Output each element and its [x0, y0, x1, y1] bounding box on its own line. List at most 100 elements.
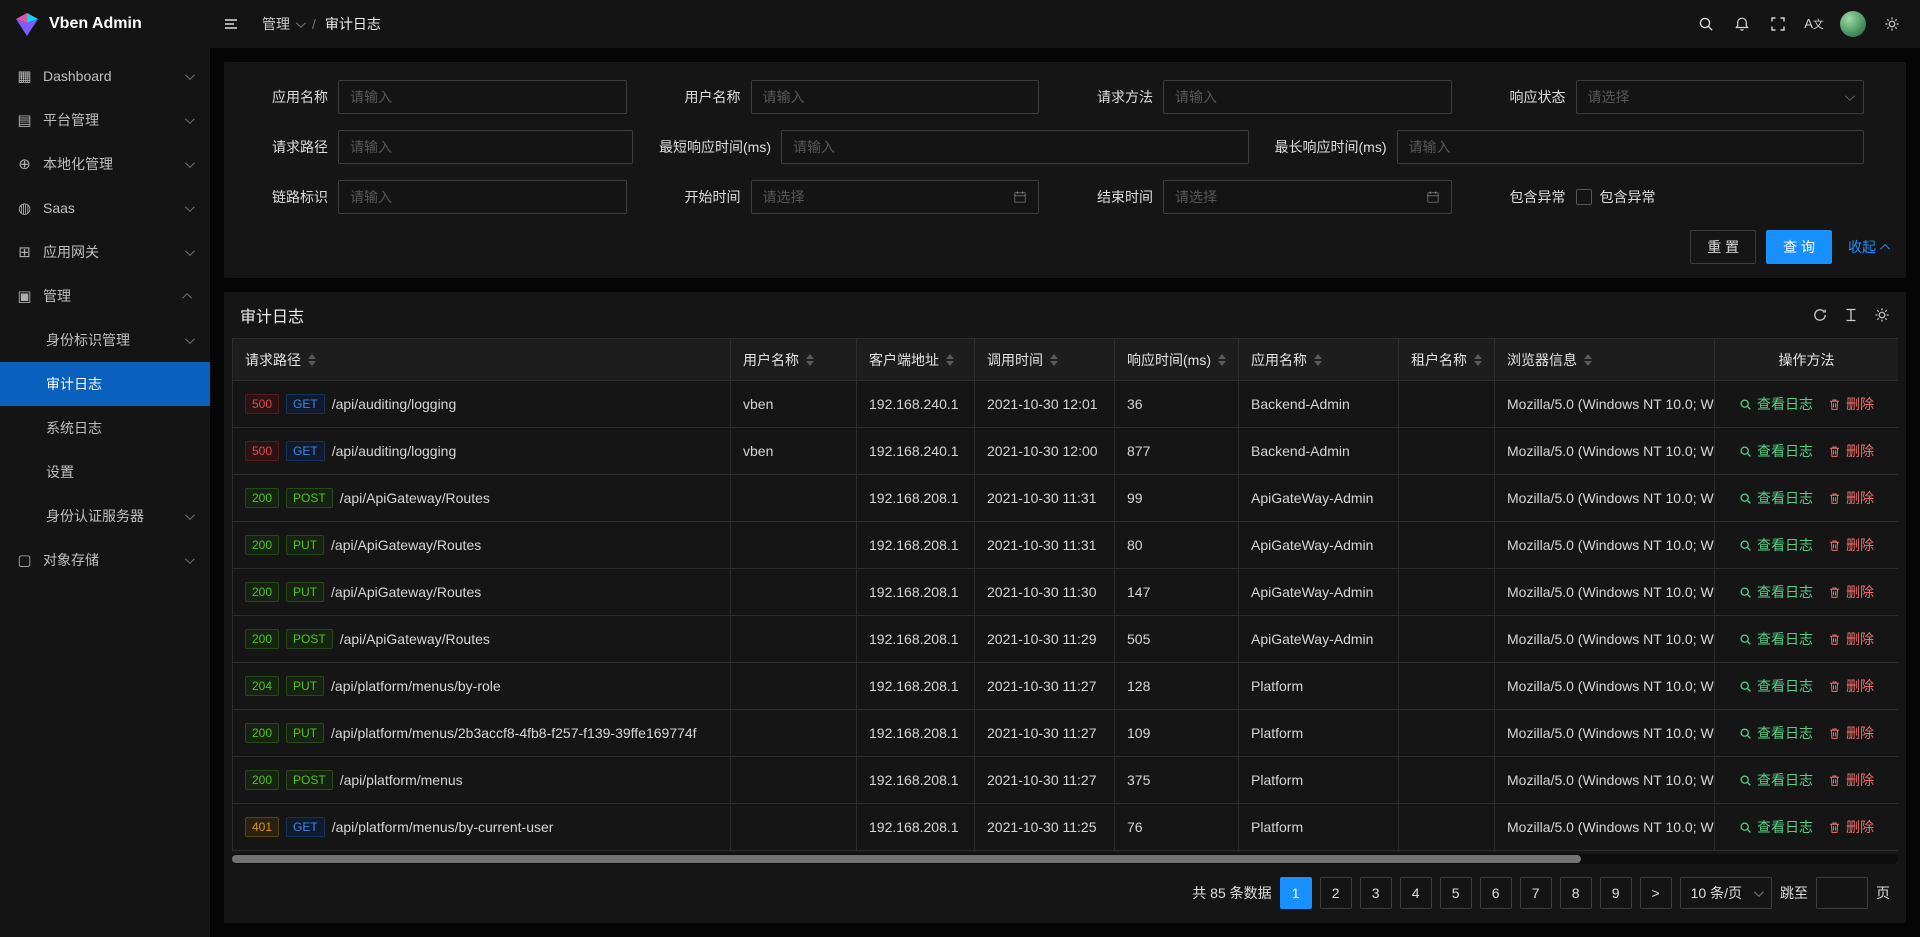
storage-icon: ▢ [16, 551, 33, 569]
sidebar-collapse-icon[interactable] [210, 0, 252, 48]
filter-input-start-time[interactable] [763, 189, 1006, 205]
page-button-3[interactable]: 3 [1360, 877, 1392, 909]
column-header-user-name[interactable]: 用户名称 [731, 339, 857, 381]
chevron-down-icon [185, 510, 195, 520]
cell-actions: 查看日志删除 [1715, 663, 1899, 710]
page-button-5[interactable]: 5 [1440, 877, 1472, 909]
filter-label-request-path: 请求路径 [240, 137, 328, 157]
delete-button[interactable]: 删除 [1828, 488, 1874, 508]
column-header-browser-info[interactable]: 浏览器信息 [1495, 339, 1715, 381]
page-jump-input[interactable] [1816, 877, 1868, 909]
sidebar-item-saas[interactable]: ◍Saas [0, 186, 210, 230]
horizontal-scrollbar-thumb[interactable] [232, 855, 1581, 863]
breadcrumb-section[interactable]: 管理 [262, 14, 303, 34]
user-avatar[interactable] [1840, 11, 1866, 37]
column-settings-icon[interactable] [1874, 307, 1890, 323]
search-icon[interactable] [1688, 0, 1724, 48]
next-page-button[interactable]: > [1640, 877, 1672, 909]
view-log-button[interactable]: 查看日志 [1739, 488, 1813, 508]
filter-input-response-status[interactable] [1588, 89, 1838, 105]
page-button-8[interactable]: 8 [1560, 877, 1592, 909]
delete-button[interactable]: 删除 [1828, 770, 1874, 790]
sidebar-subitem-settings[interactable]: 设置 [0, 450, 210, 494]
refresh-icon[interactable] [1812, 307, 1828, 323]
sidebar-item-manage[interactable]: ▣管理 [0, 274, 210, 318]
page-button-6[interactable]: 6 [1480, 877, 1512, 909]
cell-client-address: 192.168.208.1 [857, 710, 975, 757]
sidebar-subitem-identity[interactable]: 身份标识管理 [0, 318, 210, 362]
sort-icon [1314, 354, 1322, 366]
cell-user-name [731, 663, 857, 710]
sidebar-item-platform[interactable]: ▤平台管理 [0, 98, 210, 142]
view-log-button[interactable]: 查看日志 [1739, 770, 1813, 790]
logo[interactable]: Vben Admin [0, 0, 210, 48]
column-header-call-time[interactable]: 调用时间 [975, 339, 1115, 381]
column-header-tenant-name[interactable]: 租户名称 [1399, 339, 1495, 381]
page-button-4[interactable]: 4 [1400, 877, 1432, 909]
delete-button[interactable]: 删除 [1828, 394, 1874, 414]
page-button-7[interactable]: 7 [1520, 877, 1552, 909]
view-log-button[interactable]: 查看日志 [1739, 676, 1813, 696]
sidebar-item-storage[interactable]: ▢对象存储 [0, 538, 210, 582]
sidebar-subitem-system-log[interactable]: 系统日志 [0, 406, 210, 450]
delete-button[interactable]: 删除 [1828, 629, 1874, 649]
filter-input-trace-id[interactable] [350, 189, 615, 205]
delete-button[interactable]: 删除 [1828, 723, 1874, 743]
view-log-button[interactable]: 查看日志 [1739, 394, 1813, 414]
column-header-client-address[interactable]: 客户端地址 [857, 339, 975, 381]
view-log-button[interactable]: 查看日志 [1739, 535, 1813, 555]
notification-icon[interactable] [1724, 0, 1760, 48]
filter-field-min-response-time: 最短响应时间(ms) [659, 130, 1275, 164]
page-button-2[interactable]: 2 [1320, 877, 1352, 909]
column-header-app-name[interactable]: 应用名称 [1239, 339, 1399, 381]
collapse-filter-link[interactable]: 收起 [1848, 237, 1890, 257]
language-icon[interactable]: A文 [1796, 0, 1832, 48]
checkbox-has-exception[interactable] [1576, 189, 1592, 205]
sidebar-item-gateway[interactable]: ⊞应用网关 [0, 230, 210, 274]
fullscreen-icon[interactable] [1760, 0, 1796, 48]
filter-label-has-exception: 包含异常 [1478, 187, 1566, 207]
filter-input-request-method[interactable] [1175, 89, 1440, 105]
view-log-button[interactable]: 查看日志 [1739, 441, 1813, 461]
cell-actions: 查看日志删除 [1715, 804, 1899, 851]
calendar-icon [1013, 190, 1027, 204]
cell-user-name [731, 804, 857, 851]
view-log-button[interactable]: 查看日志 [1739, 629, 1813, 649]
sidebar-item-dashboard[interactable]: ▦Dashboard [0, 54, 210, 98]
page-size-select[interactable]: 10 条/页 [1680, 877, 1772, 909]
page-button-9[interactable]: 9 [1600, 877, 1632, 909]
cell-app-name: ApiGateWay-Admin [1239, 569, 1399, 616]
view-log-button[interactable]: 查看日志 [1739, 817, 1813, 837]
sidebar-subitem-auth-server[interactable]: 身份认证服务器 [0, 494, 210, 538]
filter-input-end-time[interactable] [1175, 189, 1418, 205]
sidebar-item-localization[interactable]: ⊕本地化管理 [0, 142, 210, 186]
view-log-button[interactable]: 查看日志 [1739, 723, 1813, 743]
column-header-request-path[interactable]: 请求路径 [233, 339, 731, 381]
filter-input-request-path[interactable] [350, 139, 621, 155]
filter-input-user-name[interactable] [763, 89, 1028, 105]
row-height-icon[interactable] [1843, 307, 1859, 323]
view-log-button[interactable]: 查看日志 [1739, 582, 1813, 602]
delete-button[interactable]: 删除 [1828, 582, 1874, 602]
delete-button[interactable]: 删除 [1828, 817, 1874, 837]
cell-request-path: 500GET/api/auditing/logging [233, 428, 731, 475]
filter-input-min-response-time[interactable] [793, 139, 1237, 155]
delete-button[interactable]: 删除 [1828, 441, 1874, 461]
page-button-1[interactable]: 1 [1280, 877, 1312, 909]
filter-input-app-name[interactable] [350, 89, 615, 105]
reset-button[interactable]: 重 置 [1690, 230, 1756, 264]
delete-label: 删除 [1846, 629, 1874, 649]
delete-button[interactable]: 删除 [1828, 676, 1874, 696]
cell-request-path: 500GET/api/auditing/logging [233, 381, 731, 428]
sidebar-subitem-audit-log[interactable]: 审计日志 [0, 362, 210, 406]
delete-label: 删除 [1846, 582, 1874, 602]
search-button[interactable]: 查 询 [1766, 230, 1832, 264]
cell-response-time: 147 [1115, 569, 1239, 616]
settings-icon[interactable] [1874, 0, 1910, 48]
horizontal-scrollbar[interactable] [232, 854, 1898, 864]
cell-actions: 查看日志删除 [1715, 428, 1899, 475]
filter-input-max-response-time[interactable] [1409, 139, 1853, 155]
delete-button[interactable]: 删除 [1828, 535, 1874, 555]
column-header-response-time[interactable]: 响应时间(ms) [1115, 339, 1239, 381]
breadcrumb: 管理 / 审计日志 [262, 14, 381, 34]
